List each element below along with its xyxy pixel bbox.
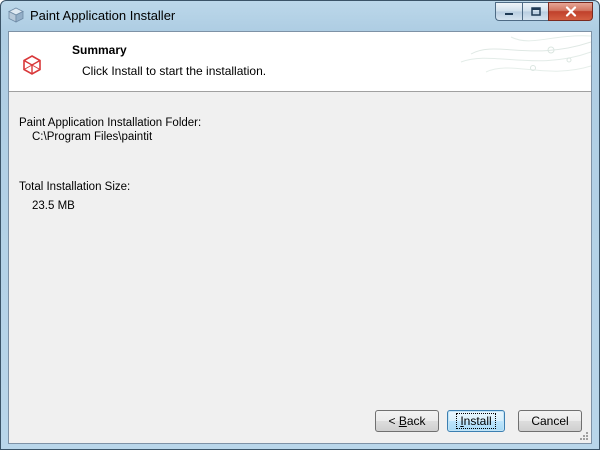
size-value: 23.5 MB bbox=[32, 200, 75, 212]
title-bar[interactable]: Paint Application Installer bbox=[1, 1, 599, 31]
minimize-icon bbox=[505, 12, 513, 15]
folder-label: Paint Application Installation Folder: bbox=[19, 117, 202, 129]
red-cube-icon bbox=[23, 55, 41, 75]
size-label: Total Installation Size: bbox=[19, 181, 131, 193]
cancel-button[interactable]: Cancel bbox=[518, 410, 582, 432]
header-decoration bbox=[460, 35, 591, 73]
close-button[interactable] bbox=[548, 2, 593, 21]
client-area: Summary Click Install to start the insta… bbox=[8, 31, 592, 444]
window-title: Paint Application Installer bbox=[30, 8, 176, 23]
resize-grip-icon[interactable] bbox=[579, 431, 589, 441]
minimize-button[interactable] bbox=[495, 2, 522, 21]
close-icon bbox=[565, 6, 576, 17]
caption-buttons bbox=[495, 2, 593, 21]
back-mnemonic: B bbox=[398, 414, 407, 428]
back-button[interactable]: < Back bbox=[375, 410, 439, 432]
install-focus-rect: Install bbox=[456, 413, 496, 429]
back-label-prefix: < bbox=[388, 414, 399, 428]
installer-box-icon bbox=[8, 7, 24, 23]
folder-value: C:\Program Files\paintit bbox=[32, 131, 153, 143]
page-description: Click Install to start the installation. bbox=[82, 64, 267, 78]
install-button[interactable]: Install bbox=[447, 410, 505, 432]
wizard-header: Summary Click Install to start the insta… bbox=[9, 32, 591, 92]
page-title: Summary bbox=[72, 43, 127, 57]
maximize-icon bbox=[530, 7, 541, 16]
installer-window: Paint Application Installer Summary Clic… bbox=[0, 0, 600, 450]
maximize-button[interactable] bbox=[522, 2, 548, 21]
install-label-suffix: nstall bbox=[463, 414, 492, 428]
back-label-suffix: ack bbox=[406, 414, 426, 428]
